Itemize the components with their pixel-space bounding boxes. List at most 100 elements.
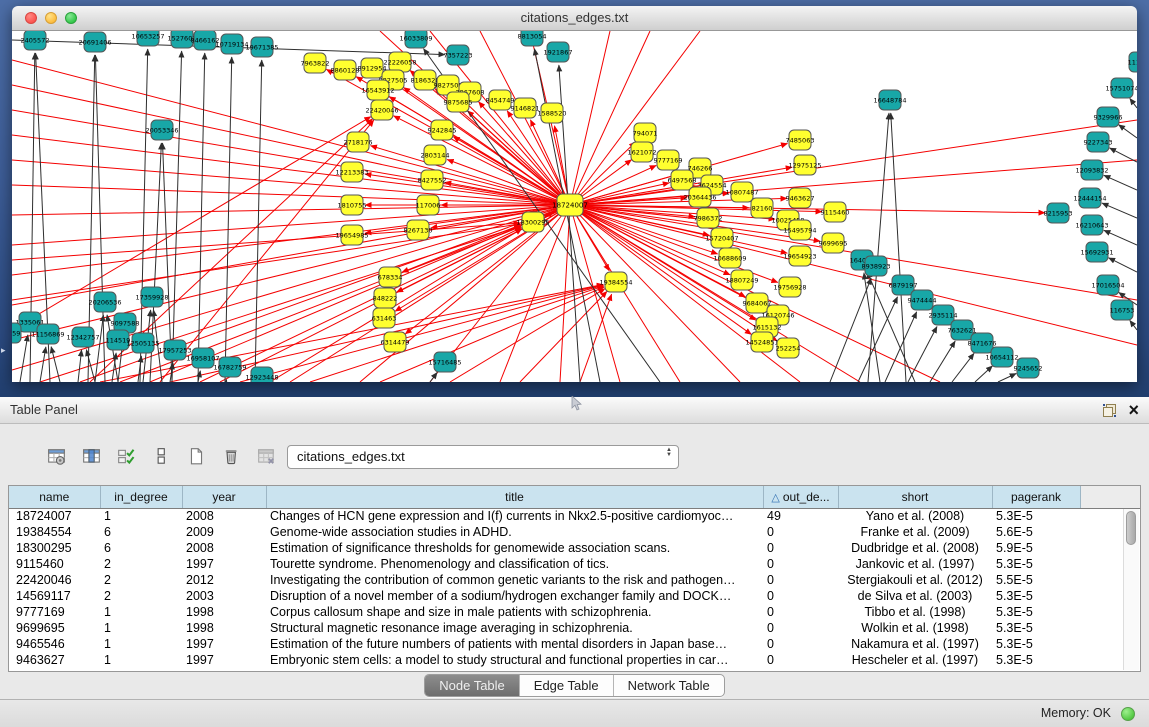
tab-edge-table[interactable]: Edge Table xyxy=(520,675,614,696)
status-bar: Memory: OK xyxy=(0,699,1149,727)
graph-edge[interactable] xyxy=(520,291,607,382)
table-scrollbar-thumb[interactable] xyxy=(1126,511,1136,545)
table-row[interactable]: 977716911998Corpus callosum shape and si… xyxy=(9,604,1140,620)
column-header-filler xyxy=(1080,486,1140,508)
graph-edge[interactable] xyxy=(468,111,570,205)
graph-edge[interactable] xyxy=(172,51,182,382)
column-header-out_degree[interactable]: △out_de... xyxy=(763,486,838,508)
float-window-icon[interactable] xyxy=(1103,404,1116,417)
network-window-titlebar[interactable]: citations_edges.txt xyxy=(12,6,1137,31)
memory-status-label: Memory: OK xyxy=(1041,700,1111,727)
select-stepper-icon: ▲▼ xyxy=(666,448,672,458)
column-header-title[interactable]: title xyxy=(266,486,763,508)
cell-name: 18724007 xyxy=(9,508,100,524)
delete-table-icon[interactable] xyxy=(252,443,280,469)
table-row[interactable]: 946362711997Embryonic stem cells: a mode… xyxy=(9,652,1140,668)
column-header-short[interactable]: short xyxy=(838,486,992,508)
graph-node-label: 16958107 xyxy=(186,354,219,362)
graph-edge[interactable] xyxy=(975,366,992,382)
graph-edge[interactable] xyxy=(255,60,262,382)
graph-node-label: 9699695 xyxy=(819,239,848,247)
column-header-year[interactable]: year xyxy=(182,486,266,508)
graph-edge[interactable] xyxy=(1104,175,1137,190)
rows-icon[interactable] xyxy=(147,443,175,469)
cell-pagerank: 5.3E-5 xyxy=(992,588,1080,604)
graph-edge[interactable] xyxy=(198,53,205,382)
graph-edge[interactable] xyxy=(380,287,604,382)
graph-node-label: 20053346 xyxy=(145,126,178,134)
graph-edge[interactable] xyxy=(450,289,605,382)
graph-edge[interactable] xyxy=(12,160,570,205)
graph-edge[interactable] xyxy=(430,372,437,382)
graph-edge[interactable] xyxy=(1110,148,1137,162)
column-header-name[interactable]: name xyxy=(9,486,100,508)
graph-node-label: 20364436 xyxy=(683,193,716,201)
table-row[interactable]: 946554611997Estimation of the future num… xyxy=(9,636,1140,652)
graph-edge[interactable] xyxy=(1119,125,1137,138)
graph-edge[interactable] xyxy=(200,228,521,382)
graph-edge[interactable] xyxy=(930,341,955,382)
graph-edge[interactable] xyxy=(998,373,1016,382)
citation-graph[interactable]: 1872400718300295193845542242004691154609… xyxy=(12,31,1137,382)
column-header-pagerank[interactable]: pagerank xyxy=(992,486,1080,508)
network-canvas[interactable]: 1872400718300295193845542242004691154609… xyxy=(12,31,1137,382)
graph-edge[interactable] xyxy=(952,353,974,382)
graph-node-label: 7963822 xyxy=(301,59,330,67)
graph-edge[interactable] xyxy=(1102,203,1137,218)
graph-edge[interactable] xyxy=(868,113,889,382)
graph-edge[interactable] xyxy=(12,224,520,300)
graph-edge[interactable] xyxy=(1130,98,1137,108)
graph-node-label: 8215953 xyxy=(1044,209,1073,217)
graph-edge[interactable] xyxy=(40,347,46,382)
graph-node-label: 2803144 xyxy=(421,151,450,159)
graph-edge[interactable] xyxy=(226,380,227,382)
new-column-icon[interactable] xyxy=(182,443,210,469)
network-file-select[interactable]: citations_edges.txt ▲▼ xyxy=(287,445,679,469)
graph-edge[interactable] xyxy=(885,312,917,382)
cell-name: 14569117 xyxy=(9,588,100,604)
cell-out_degree: 49 xyxy=(763,508,838,524)
graph-edge[interactable] xyxy=(20,335,28,382)
cell-year: 1998 xyxy=(182,620,266,636)
table-mode-icon[interactable] xyxy=(42,443,70,469)
select-columns-icon[interactable] xyxy=(77,443,105,469)
graph-edge[interactable] xyxy=(1104,230,1137,245)
cell-short: de Silva et al. (2003) xyxy=(838,588,992,604)
graph-edge[interactable] xyxy=(12,223,520,260)
graph-edge[interactable] xyxy=(1130,320,1137,330)
graph-edge[interactable] xyxy=(1109,258,1137,272)
column-checklist-icon[interactable] xyxy=(112,443,140,469)
cell-name: 9115460 xyxy=(9,556,100,572)
table-row[interactable]: 911546021997Tourette syndrome. Phenomeno… xyxy=(9,556,1140,572)
table-row[interactable]: 1872400712008Changes of HCN gene express… xyxy=(9,508,1140,524)
cell-name: 9777169 xyxy=(9,604,100,620)
graph-edge[interactable] xyxy=(100,284,603,382)
graph-node-label: 8938923 xyxy=(862,262,891,270)
cell-year: 2003 xyxy=(182,588,266,604)
table-row[interactable]: 1830029562008Estimation of significance … xyxy=(9,540,1140,556)
graph-edge[interactable] xyxy=(12,205,570,215)
table-row[interactable]: 1456911722003Disruption of a novel membe… xyxy=(9,588,1140,604)
cell-in_degree: 1 xyxy=(100,508,182,524)
table-scrollbar[interactable] xyxy=(1123,509,1139,670)
memory-status-icon[interactable] xyxy=(1121,707,1135,721)
panel-collapse-arrow[interactable]: ▸ xyxy=(1,345,6,356)
graph-edge[interactable] xyxy=(225,57,232,382)
cell-name: 22420046 xyxy=(9,572,100,588)
graph-edge[interactable] xyxy=(12,110,570,205)
graph-edge[interactable] xyxy=(95,315,103,382)
graph-edge[interactable] xyxy=(78,350,82,382)
table-tabs: Node TableEdge TableNetwork Table xyxy=(0,674,1149,697)
graph-edge[interactable] xyxy=(570,31,650,205)
table-row[interactable]: 2242004622012Investigating the contribut… xyxy=(9,572,1140,588)
graph-node-label: 252254 xyxy=(776,344,801,352)
tab-network-table[interactable]: Network Table xyxy=(614,675,724,696)
column-header-in_degree[interactable]: in_degree xyxy=(100,486,182,508)
graph-edge[interactable] xyxy=(12,205,570,305)
close-icon[interactable]: × xyxy=(1128,397,1139,423)
tab-node-table[interactable]: Node Table xyxy=(425,675,520,696)
table-row[interactable]: 969969511998Structural magnetic resonanc… xyxy=(9,620,1140,636)
cell-in_degree: 2 xyxy=(100,588,182,604)
table-row[interactable]: 1938455462009Genome-wide association stu… xyxy=(9,524,1140,540)
delete-column-icon[interactable] xyxy=(217,443,245,469)
